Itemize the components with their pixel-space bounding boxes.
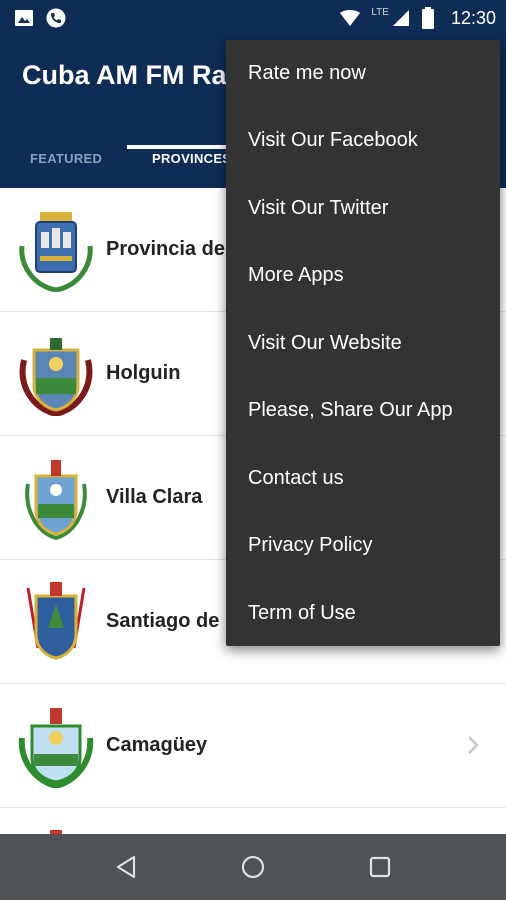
wifi-icon <box>340 10 361 26</box>
status-bar: LTE 12:30 <box>0 0 506 38</box>
province-name: Santiago de <box>106 610 220 632</box>
tab-provinces[interactable]: PROVINCES <box>152 130 231 188</box>
menu-item-share[interactable]: Please, Share Our App <box>226 377 500 444</box>
villa-clara-crest-icon <box>25 460 87 540</box>
menu-item-more-apps[interactable]: More Apps <box>226 242 500 309</box>
province-name: Holguin <box>106 362 181 384</box>
tab-featured[interactable]: FEATURED <box>30 130 102 188</box>
menu-item-website[interactable]: Visit Our Website <box>226 310 500 377</box>
menu-item-contact[interactable]: Contact us <box>226 445 500 512</box>
app-title: Cuba AM FM Ra <box>22 60 227 90</box>
menu-item-facebook[interactable]: Visit Our Facebook <box>226 107 500 174</box>
camaguey-crest-icon <box>18 708 94 788</box>
province-name: Camagüey <box>106 734 208 756</box>
system-nav-bar <box>0 834 506 900</box>
phone-call-icon <box>46 8 66 28</box>
menu-item-privacy-policy[interactable]: Privacy Policy <box>226 512 500 579</box>
back-icon[interactable] <box>114 854 140 880</box>
menu-item-twitter[interactable]: Visit Our Twitter <box>226 175 500 242</box>
la-habana-crest-icon <box>19 212 93 292</box>
recents-icon[interactable] <box>367 854 393 880</box>
province-row[interactable] <box>0 808 506 834</box>
chevron-right-icon <box>468 736 479 754</box>
menu-item-terms[interactable]: Term of Use <box>226 580 500 647</box>
province-name: Provincia de <box>106 238 225 260</box>
overflow-menu: Rate me now Visit Our Facebook Visit Our… <box>226 40 500 646</box>
santiago-crest-icon <box>26 582 86 660</box>
province-crest-icon <box>50 830 62 834</box>
battery-icon <box>421 7 434 29</box>
signal-icon <box>392 10 409 26</box>
home-icon[interactable] <box>240 854 266 880</box>
tab-indicator <box>127 145 237 149</box>
network-type-label: LTE <box>371 6 389 18</box>
image-icon <box>15 10 33 26</box>
menu-item-rate[interactable]: Rate me now <box>226 40 500 107</box>
province-name: Villa Clara <box>106 486 203 508</box>
holguin-crest-icon <box>19 338 93 416</box>
clock: 12:30 <box>450 7 496 28</box>
province-row[interactable]: Camagüey <box>0 684 506 808</box>
